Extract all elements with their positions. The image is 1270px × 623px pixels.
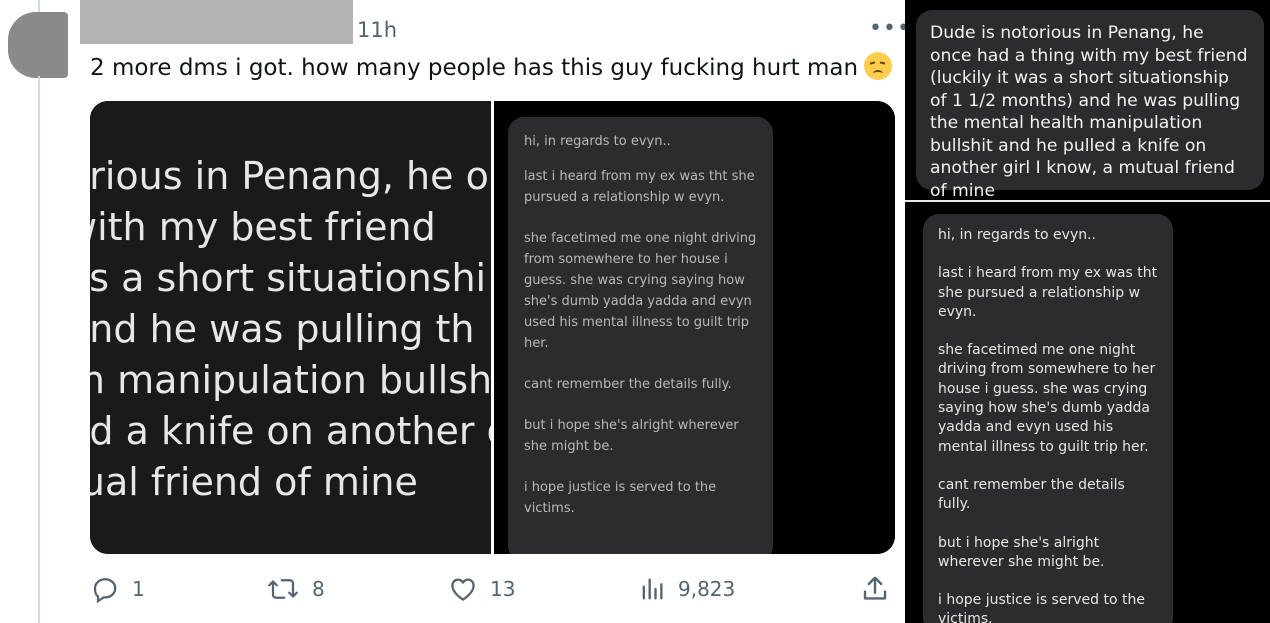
dm-paragraph: she facetimed me one night driving from … [938,342,1156,455]
image-dm-paragraph: hi, in regards to evyn.. [524,134,671,149]
tweet-media[interactable]: orious in Penang, he o with my best frien… [90,101,895,554]
thread-line [38,76,40,623]
like-count: 13 [490,577,516,601]
tweet-text: 2 more dms i got. how many people has th… [90,52,893,81]
retweet-button[interactable]: 8 [266,574,325,604]
disappointed-face-icon [864,52,893,80]
views-button[interactable]: 9,823 [638,574,735,604]
media-image-1[interactable]: orious in Penang, he o with my best frien… [90,101,491,554]
avatar-redacted[interactable] [8,12,68,78]
dm-paragraph: but i hope she's alright wherever she mi… [938,534,1105,570]
image-text-line: ed a knife on another g [90,409,491,453]
message-text: Dude is notorious in Penang, he once had… [930,23,1248,201]
tweet-actions-bar: 1 8 13 9,823 [90,574,895,608]
reply-icon [93,578,117,604]
image-dm-paragraph: but i hope she's alright wherever she mi… [524,418,739,454]
username-redacted[interactable] [80,0,353,44]
retweet-count: 8 [312,577,325,601]
heart-icon [451,578,475,601]
image-text-lines: orious in Penang, he o with my best frien… [90,151,491,508]
more-options-button[interactable]: ••• [869,18,905,40]
image-text-line: and he was pulling th [90,307,475,351]
reply-count: 1 [132,577,145,601]
image-dm-paragraph: i hope justice is served to the victims. [524,480,717,516]
like-button[interactable]: 13 [448,574,515,604]
image-dm-paragraph: last i heard from my ex was tht she purs… [524,169,755,205]
media-image-2[interactable]: hi, in regards to evyn.. last i heard fro… [494,101,895,554]
image-text-line: as a short situationshi [90,256,487,300]
share-icon [863,576,887,600]
panel-divider [905,200,1270,202]
image-dm-paragraph: she facetimed me one night driving from … [524,231,757,351]
dm-bubble: hi, in regards to evyn.. last i heard fro… [923,214,1173,623]
image-text-line: orious in Penang, he o [90,154,489,198]
image-text-line: with my best friend [90,205,436,249]
image-dm-bubble: hi, in regards to evyn.. last i heard fro… [508,117,773,554]
image-text-line: tual friend of mine [90,460,418,504]
view-count: 9,823 [678,577,736,601]
dm-paragraph: last i heard from my ex was tht she purs… [938,265,1158,320]
screenshot-panel: Dude is notorious in Penang, he once had… [905,0,1270,623]
analytics-icon [642,578,663,600]
dm-paragraph: hi, in regards to evyn.. [938,227,1097,243]
image-text-line: th manipulation bullsh [90,358,491,402]
retweet-icon [268,579,298,599]
message-bubble-top: Dude is notorious in Penang, he once had… [916,10,1264,201]
dm-paragraph: i hope justice is served to the victims. [938,592,1145,623]
tweet-card[interactable]: 11h ••• 2 more dms i got. how many peopl… [0,0,905,623]
dm-paragraph: cant remember the details fully. [938,476,1125,513]
reply-button[interactable]: 1 [90,574,145,604]
tweet-text-content: 2 more dms i got. how many people has th… [90,55,859,81]
tweet-timestamp[interactable]: 11h [357,18,397,42]
image-dm-paragraph: cant remember the details fully. [524,377,732,392]
thread-line-top [38,0,40,12]
share-button[interactable] [860,574,890,604]
